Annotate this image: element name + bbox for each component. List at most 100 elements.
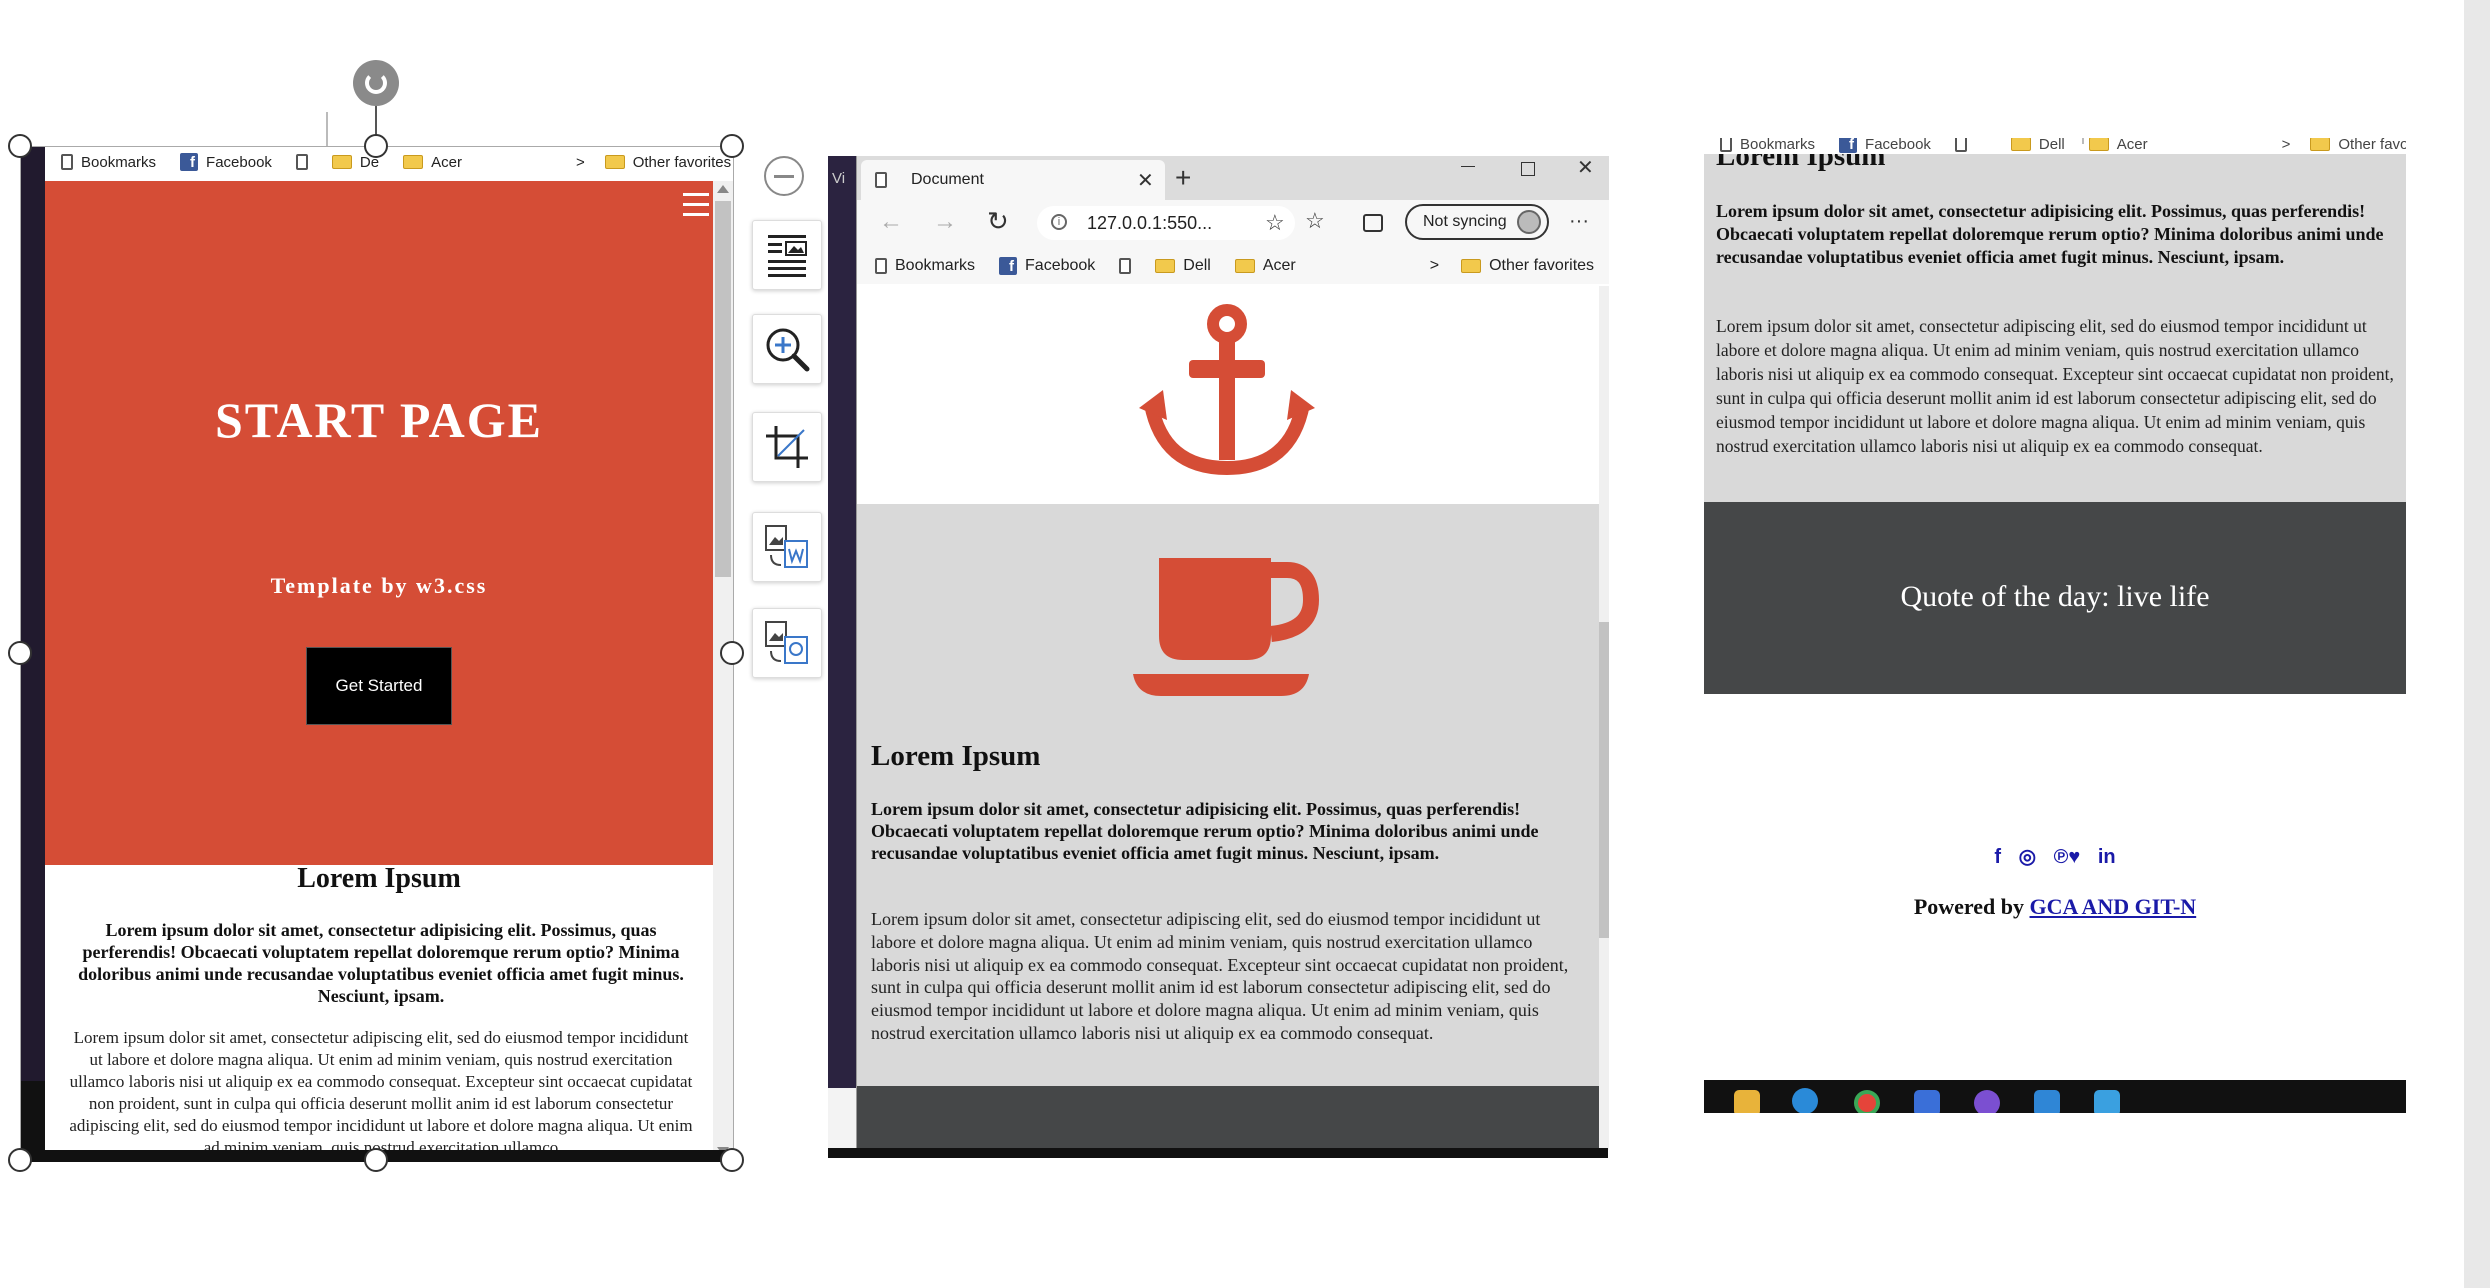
- maximize-icon[interactable]: [1521, 162, 1535, 176]
- fav-label: Dell: [1183, 257, 1211, 274]
- fav-acer[interactable]: Acer: [2088, 138, 2148, 153]
- fav-acer[interactable]: Acer: [403, 154, 462, 171]
- resize-handle-e[interactable]: [720, 641, 744, 665]
- resize-handle-nw[interactable]: [8, 134, 32, 158]
- fav-label: Bookmarks: [81, 153, 157, 171]
- zoom-icon: [766, 328, 810, 372]
- sync-label: Not syncing: [1423, 213, 1507, 230]
- page-icon: [1720, 138, 1732, 152]
- resize-handle-ne[interactable]: [720, 134, 744, 158]
- fav-facebook[interactable]: f Facebook: [999, 257, 1095, 275]
- anchor-section: [857, 286, 1599, 504]
- crop-button[interactable]: [752, 412, 822, 482]
- fav-other[interactable]: Other favorites: [2310, 138, 2406, 153]
- chrome-icon[interactable]: [1854, 1090, 1880, 1113]
- fav-dell[interactable]: Dell: [1155, 257, 1211, 275]
- side-label: Vi: [832, 170, 846, 187]
- quote-section: Quote of the day: live life: [1704, 502, 2406, 694]
- close-window-icon[interactable]: ✕: [1577, 156, 1594, 180]
- facebook-icon[interactable]: f: [1994, 846, 2001, 868]
- edge-icon[interactable]: [1792, 1088, 1818, 1113]
- instagram-icon[interactable]: ◎: [2019, 846, 2036, 868]
- sync-button[interactable]: Not syncing: [1405, 204, 1549, 240]
- new-tab-button[interactable]: +: [1175, 162, 1191, 194]
- chevron-right-icon[interactable]: >: [576, 154, 585, 171]
- remove-button[interactable]: [764, 156, 804, 196]
- fav-bookmarks[interactable]: Bookmarks: [61, 154, 156, 171]
- hero-title: START PAGE: [214, 392, 544, 448]
- linkedin-icon[interactable]: in: [2098, 846, 2116, 868]
- tab-document[interactable]: Document ✕: [861, 160, 1165, 200]
- fav-facebook[interactable]: f Facebook: [180, 153, 272, 171]
- favorites-bar: Bookmarks f Facebook Dell Acer > Other fa…: [1720, 138, 2406, 154]
- folder-icon: [1155, 259, 1176, 273]
- app-scrollbar[interactable]: [2464, 0, 2490, 1288]
- browser-favorites-bar: Bookmarks f Facebook Dell Acer > Other fa…: [857, 248, 1609, 284]
- image-to-image-button[interactable]: [752, 608, 822, 678]
- back-icon[interactable]: ←: [879, 208, 903, 236]
- image-to-word-button[interactable]: [752, 512, 822, 582]
- close-tab-icon[interactable]: ✕: [1137, 168, 1154, 193]
- fav-dell[interactable]: Dell: [2010, 138, 2065, 153]
- get-started-button[interactable]: Get Started: [306, 647, 452, 725]
- collections-icon[interactable]: [1363, 214, 1383, 232]
- favorites-bar: Bookmarks f Facebook De Acer > Other favo…: [61, 147, 733, 177]
- twitter-icon[interactable]: ♥: [2068, 846, 2080, 868]
- scroll-thumb[interactable]: [715, 201, 731, 577]
- text-wrap-button[interactable]: [752, 220, 822, 290]
- address-bar[interactable]: i 127.0.0.1:550... ☆: [1037, 206, 1295, 240]
- forward-icon[interactable]: →: [933, 208, 957, 236]
- section-bold-text: Lorem ipsum dolor sit amet, consectetur …: [1716, 201, 2384, 267]
- zoom-button[interactable]: [752, 314, 822, 384]
- fav-other[interactable]: Other favorites: [604, 154, 731, 171]
- photos-icon[interactable]: [2094, 1090, 2120, 1113]
- image-to-image-icon: [765, 621, 808, 664]
- left-screenshot[interactable]: Bookmarks f Facebook De Acer > Other favo…: [20, 146, 734, 1162]
- fav-label: Bookmarks: [1740, 138, 1816, 153]
- resize-handle-se[interactable]: [720, 1148, 744, 1172]
- fav-page[interactable]: [1954, 138, 1967, 152]
- scroll-thumb[interactable]: [1599, 622, 1609, 938]
- fav-other[interactable]: Other favorites: [1461, 257, 1594, 275]
- resize-handle-w[interactable]: [8, 641, 32, 665]
- favorite-star-icon[interactable]: ☆: [1265, 210, 1285, 236]
- viber-icon[interactable]: [1974, 1090, 2000, 1113]
- minimize-icon[interactable]: [1461, 166, 1475, 167]
- resize-handle-n[interactable]: [364, 134, 388, 158]
- resize-handle-sw[interactable]: [8, 1148, 32, 1172]
- folder-icon: [403, 155, 424, 169]
- scroll-up-arrow[interactable]: [717, 185, 729, 193]
- footer: f ◎ ℗♥ in Powered by GCA AND GIT-N: [1704, 694, 2406, 1074]
- page-icon: [875, 172, 887, 188]
- fav-page[interactable]: [295, 154, 308, 170]
- facebook-icon: f: [1839, 138, 1858, 153]
- fav-page[interactable]: [1119, 258, 1132, 274]
- rotate-handle[interactable]: [353, 60, 399, 106]
- more-icon[interactable]: ···: [1569, 210, 1589, 233]
- anchor-icon: [1139, 304, 1315, 476]
- file-explorer-icon[interactable]: [1734, 1090, 1760, 1113]
- powered-link[interactable]: GCA AND GIT-N: [2030, 894, 2197, 919]
- refresh-icon[interactable]: ↻: [987, 206, 1009, 237]
- fav-acer[interactable]: Acer: [1234, 257, 1296, 275]
- store-icon[interactable]: [1914, 1090, 1940, 1113]
- resize-handle-s[interactable]: [364, 1148, 388, 1172]
- fav-label: Facebook: [206, 153, 272, 171]
- fav-bookmarks[interactable]: Bookmarks: [875, 257, 975, 275]
- folder-icon: [1461, 259, 1482, 273]
- vscode-icon[interactable]: [2034, 1090, 2060, 1113]
- hero-subtitle: Template by w3.css: [270, 573, 488, 598]
- chevron-right-icon[interactable]: >: [2282, 138, 2291, 153]
- scrollbar[interactable]: [1599, 286, 1609, 1150]
- fav-bookmarks[interactable]: Bookmarks: [1720, 138, 1815, 153]
- favorites-icon[interactable]: ☆: [1305, 208, 1325, 234]
- chevron-right-icon[interactable]: >: [1430, 257, 1439, 275]
- hamburger-icon[interactable]: [683, 193, 709, 223]
- page-icon: [875, 258, 887, 274]
- section-bold-text: Lorem ipsum dolor sit amet, consectetur …: [871, 799, 1539, 863]
- pinterest-icon[interactable]: ℗: [2054, 846, 2069, 868]
- facebook-icon: f: [999, 257, 1018, 275]
- scrollbar[interactable]: [713, 181, 733, 1161]
- browser-taskbar-edge: [828, 1148, 1608, 1158]
- fav-facebook[interactable]: f Facebook: [1839, 138, 1931, 153]
